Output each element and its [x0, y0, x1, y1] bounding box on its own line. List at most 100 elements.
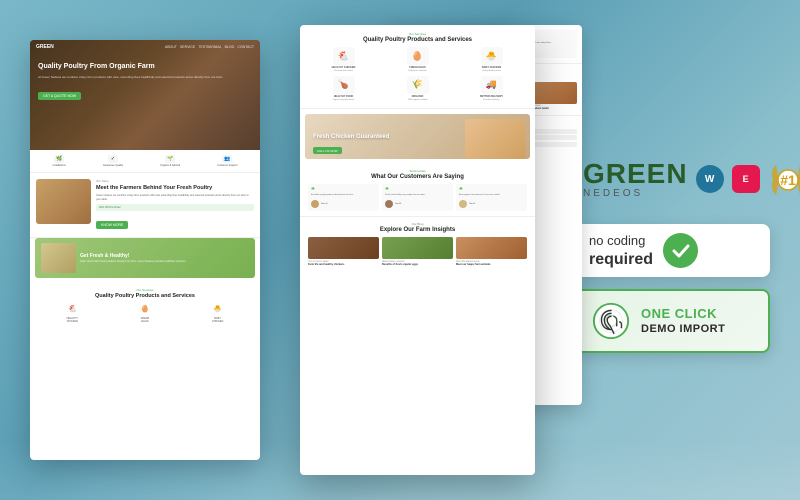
hero-title: Quality Poultry From Organic Farm — [38, 62, 252, 71]
mc-chicken-banner: Fresh Chicken Guaranteed CALL US NOW — [305, 114, 530, 159]
story-desc: Green Nedeos we combine crispy farm prod… — [96, 194, 254, 201]
feature-support: 👥 Customer Support — [217, 155, 237, 167]
svg-text:#1: #1 — [780, 172, 796, 188]
mc-blog: Our Blog Explore Our Farm Insights OUR P… — [300, 217, 535, 271]
nav-testimonial: TESTIMONIAL — [198, 45, 221, 49]
story-image — [36, 179, 91, 224]
right-panel: GREEN NEDEOS W E #1 — [575, 147, 770, 353]
cursor-click-icon — [591, 301, 631, 341]
mc-svc-chicken: 🐔 HEALTHY CHICKEN Premium farm raised — [308, 47, 379, 73]
test-text-2: Fresh and healthy every single time we o… — [385, 194, 450, 197]
required-label: required — [589, 250, 653, 269]
mc-chicken-cta[interactable]: CALL US NOW — [313, 147, 342, 154]
brand-name-block: GREEN NEDEOS — [583, 160, 688, 199]
feature-label-4: Customer Support — [217, 164, 237, 167]
laurel-svg: #1 — [768, 160, 800, 200]
check-icon — [663, 233, 698, 268]
organic-icon: 🌱 — [165, 155, 175, 163]
feature-label-1: Installations — [53, 164, 66, 167]
test-text-3: Best organic farm products I have ever t… — [459, 194, 524, 197]
mc-chicken-icon: 🐔 — [333, 47, 355, 65]
eggs-label: FRESHEGGS — [141, 317, 149, 323]
story-content: Our Story Meet the Farmers Behind Your F… — [96, 179, 254, 231]
mc-svc-eggs: 🥚 FRESH EGGS Daily fresh collection — [382, 47, 453, 73]
mc-chicken-label: HEALTHY CHICKEN — [332, 66, 356, 69]
mc-test-tag: Testimonials — [308, 169, 527, 173]
mc-test-1: ❝ Excellent quality products directly fr… — [308, 184, 379, 211]
mc-blog-title: Explore Our Farm Insights — [308, 227, 527, 233]
cta-image — [41, 243, 76, 273]
mc-test-2: ❝ Fresh and healthy every single time we… — [382, 184, 453, 211]
mc-test-3: ❝ Best organic farm products I have ever… — [456, 184, 527, 211]
mc-services-tag: Our Services — [308, 32, 527, 36]
avatar-name-3: Tom H. — [469, 203, 475, 205]
mc-organic-label: ORGANIC — [412, 95, 424, 98]
number-one-badge: #1 — [768, 160, 800, 198]
mc-blog-post-1: OUR POULTRY FARM Farm life and healthy c… — [308, 237, 379, 266]
hero-logo: GREEN — [36, 44, 54, 50]
mc-services: Our Services Quality Poultry Products an… — [300, 25, 535, 109]
mc-test-title: What Our Customers Are Saying — [308, 174, 527, 180]
hero-section: GREEN ABOUT SERVICE TESTIMONIAL BLOG CON… — [30, 40, 260, 150]
one-click-text: ONE CLICK DEMO IMPORT — [641, 306, 725, 335]
chicken-icon: 🐔 — [63, 302, 81, 316]
feature-label-2: Guarantee Quality — [103, 164, 123, 167]
cursor-svg — [591, 300, 631, 342]
mc-organic-desc: 100% organic certified — [408, 99, 428, 102]
baby-chicken-icon: 🐣 — [209, 302, 227, 316]
one-click-card[interactable]: ONE CLICK DEMO IMPORT — [575, 289, 770, 353]
services-section: Our Services Quality Poultry Products an… — [30, 283, 260, 328]
mc-testimonial-grid: ❝ Excellent quality products directly fr… — [308, 184, 527, 211]
hero-cta-button[interactable]: GET A QUOTE NOW — [38, 92, 81, 100]
baby-label: BABYCHICKEN — [212, 317, 223, 323]
avatar-circle-3 — [459, 200, 467, 208]
avatar-name-2: Lisa M. — [395, 203, 401, 205]
blog-post-title-3: Meet our happy farm animals — [456, 263, 527, 266]
test-avatar-3: Tom H. — [459, 200, 524, 208]
mc-svc-baby: 🐣 BABY CHICKEN Young healthy chicks — [456, 47, 527, 73]
center-mockup: Our Services Quality Poultry Products an… — [300, 25, 535, 475]
mc-food-icon: 🍗 — [333, 76, 355, 94]
mc-eggs-icon: 🥚 — [407, 47, 429, 65]
nav-contact: CONTACT — [237, 45, 254, 49]
no-coding-label: no coding required — [589, 233, 653, 269]
mc-testimonials: Testimonials What Our Customers Are Sayi… — [300, 164, 535, 217]
cta-banner: Get Fresh & Healthy! Order all our farm … — [35, 238, 255, 278]
feature-label-3: Organic & Natural — [160, 164, 180, 167]
checkmark-svg — [670, 240, 692, 262]
nav-blog: BLOG — [225, 45, 235, 49]
one-click-line2: DEMO IMPORT — [641, 323, 725, 335]
blog-image-2 — [382, 237, 453, 259]
mc-eggs-desc: Daily fresh collection — [408, 70, 426, 73]
service-item-eggs: 🥚 FRESHEGGS — [136, 302, 154, 323]
no-coding-card: no coding required — [575, 224, 770, 277]
wp-icon: W — [705, 174, 714, 185]
badge-icons: W E #1 — [696, 160, 800, 198]
mc-chicken-guarantee-title: Fresh Chicken Guaranteed — [313, 134, 389, 140]
mc-svc-organic: 🌾 ORGANIC 100% organic certified — [382, 76, 453, 102]
story-discount: 20% Off First Order — [96, 204, 254, 211]
mc-services-title: Quality Poultry Products and Services — [308, 37, 527, 43]
avatar-circle-1 — [311, 200, 319, 208]
mc-svc-delivery: 🚚 BETTER DELIVERY Fast farm delivery — [456, 76, 527, 102]
left-mockup: GREEN ABOUT SERVICE TESTIMONIAL BLOG CON… — [30, 40, 260, 460]
guarantee-icon: ✓ — [108, 155, 118, 163]
eggs-icon: 🥚 — [136, 302, 154, 316]
mc-delivery-desc: Fast farm delivery — [484, 99, 500, 102]
blog-post-title-1: Farm life and healthy chickens — [308, 263, 379, 266]
story-title: Meet the Farmers Behind Your Fresh Poult… — [96, 185, 254, 192]
support-icon: 👥 — [222, 155, 232, 163]
avatar-circle-2 — [385, 200, 393, 208]
brand-subtitle: NEDEOS — [583, 188, 688, 199]
blog-image-1 — [308, 237, 379, 259]
mc-food-label: HEALTHY FOOD — [334, 95, 354, 98]
mc-blog-tag: Our Blog — [308, 222, 527, 226]
wordpress-badge: W — [696, 165, 724, 193]
elementor-badge: E — [732, 165, 760, 193]
story-cta-button[interactable]: KNOW MORE — [96, 221, 128, 229]
services-title: Quality Poultry Products and Services — [36, 293, 254, 299]
brand-header: GREEN NEDEOS W E #1 — [575, 147, 770, 212]
mc-organic-icon: 🌾 — [407, 76, 429, 94]
story-tag: Our Story — [96, 179, 254, 183]
mc-blog-post-3: PASTURE RAISED EGGS Meet our happy farm … — [456, 237, 527, 266]
